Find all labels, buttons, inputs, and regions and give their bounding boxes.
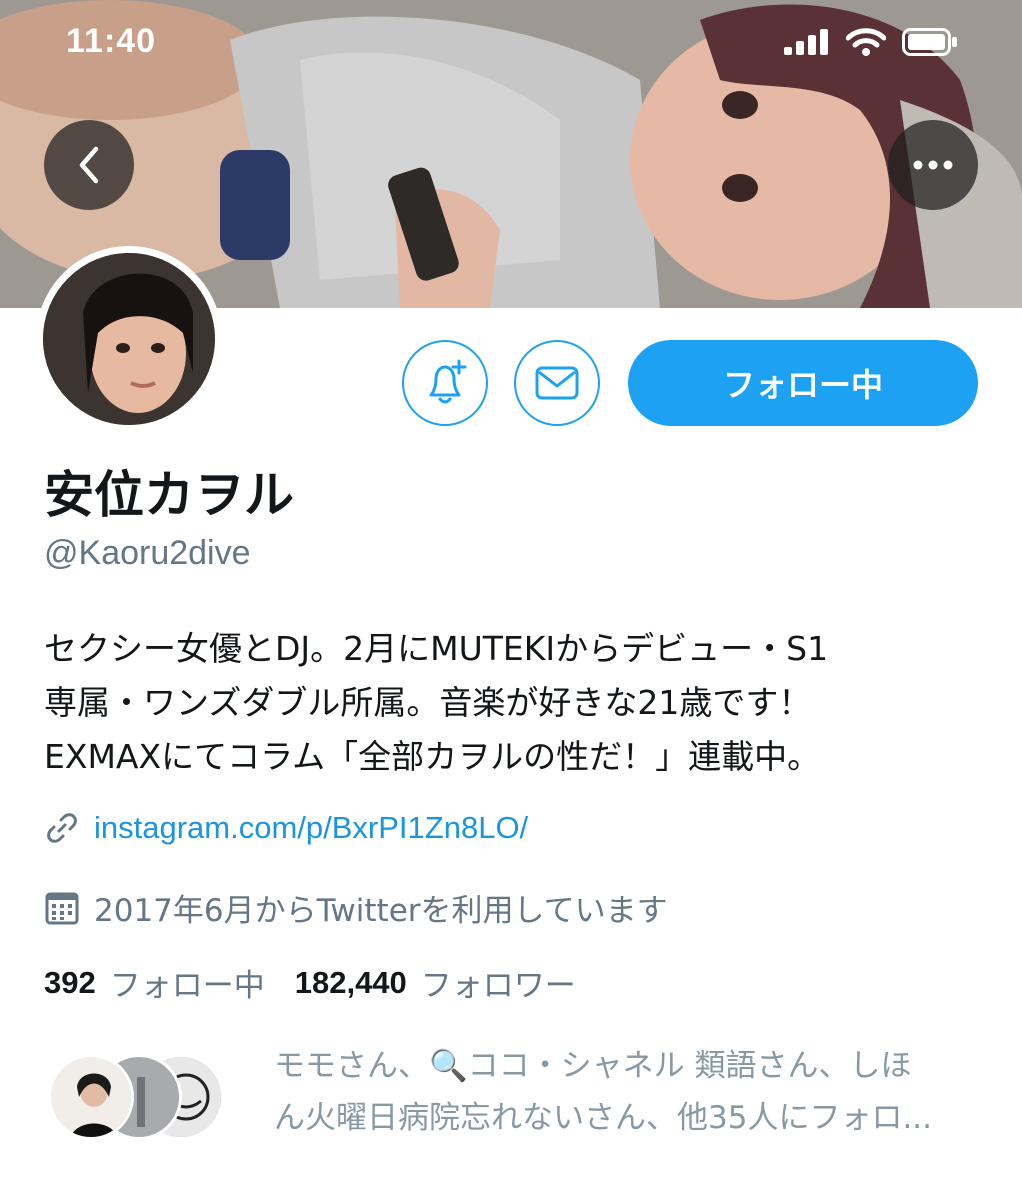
chevron-left-icon bbox=[79, 146, 99, 184]
avatar-image bbox=[43, 253, 215, 425]
bio-line: セクシー女優とDJ。2月にMUTEKIからデビュー・S1 bbox=[44, 629, 829, 668]
profile-link-row[interactable]: instagram.com/p/BxrPI1Zn8LO/ bbox=[44, 810, 528, 846]
status-bar: 11:40 bbox=[0, 0, 1022, 86]
mini-avatar bbox=[48, 1054, 134, 1140]
join-date-row: 2017年6月からTwitterを利用しています bbox=[44, 885, 668, 930]
bell-plus-icon bbox=[429, 359, 467, 404]
following-label[interactable]: フォロー中 bbox=[110, 960, 265, 1005]
followers-label[interactable]: フォロワー bbox=[421, 960, 576, 1005]
profile-bio: セクシー女優とDJ。2月にMUTEKIからデビュー・S1 専属・ワンズダブル所属… bbox=[44, 622, 984, 784]
following-button[interactable]: フォロー中 bbox=[628, 340, 978, 426]
calendar-icon bbox=[45, 892, 79, 924]
profile-link[interactable]: instagram.com/p/BxrPI1Zn8LO/ bbox=[94, 810, 528, 846]
join-date: 2017年6月からTwitterを利用しています bbox=[94, 893, 668, 929]
back-button[interactable] bbox=[44, 120, 134, 210]
followed-by-avatars bbox=[48, 1054, 278, 1144]
link-icon bbox=[47, 813, 77, 843]
avatar[interactable] bbox=[36, 246, 222, 432]
signal-icon bbox=[784, 29, 828, 55]
bio-line: 専属・ワンズダブル所属。音楽が好きな21歳です！ bbox=[44, 683, 812, 722]
followed-by-line: ん火曜日病院忘れないさん、他35人にフォロ... bbox=[274, 1100, 933, 1136]
follow-stats: 392 フォロー中 182,440 フォロワー bbox=[44, 960, 606, 1005]
user-handle: @Kaoru2dive bbox=[44, 534, 251, 572]
display-name: 安位カヲル bbox=[44, 466, 294, 524]
followed-by-section[interactable]: モモさん、🔍ココ・シャネル 類語さん、しほ ん火曜日病院忘れないさん、他35人に… bbox=[44, 1040, 984, 1160]
more-horizontal-icon bbox=[913, 160, 953, 170]
status-time: 11:40 bbox=[66, 22, 157, 60]
battery-icon bbox=[902, 28, 957, 56]
followers-count[interactable]: 182,440 bbox=[295, 965, 407, 1001]
message-button[interactable] bbox=[514, 340, 600, 426]
following-count[interactable]: 392 bbox=[44, 965, 96, 1001]
wifi-icon bbox=[846, 28, 886, 56]
followed-by-line: モモさん、🔍ココ・シャネル 類語さん、しほ bbox=[274, 1048, 912, 1084]
notifications-button[interactable] bbox=[402, 340, 488, 426]
bio-line: EXMAXにてコラム「全部カヲルの性だ！」連載中。 bbox=[44, 737, 821, 776]
mail-icon bbox=[535, 366, 579, 400]
status-icons bbox=[784, 28, 958, 56]
more-options-button[interactable] bbox=[888, 120, 978, 210]
followed-by-text[interactable]: モモさん、🔍ココ・シャネル 類語さん、しほ ん火曜日病院忘れないさん、他35人に… bbox=[274, 1040, 984, 1144]
